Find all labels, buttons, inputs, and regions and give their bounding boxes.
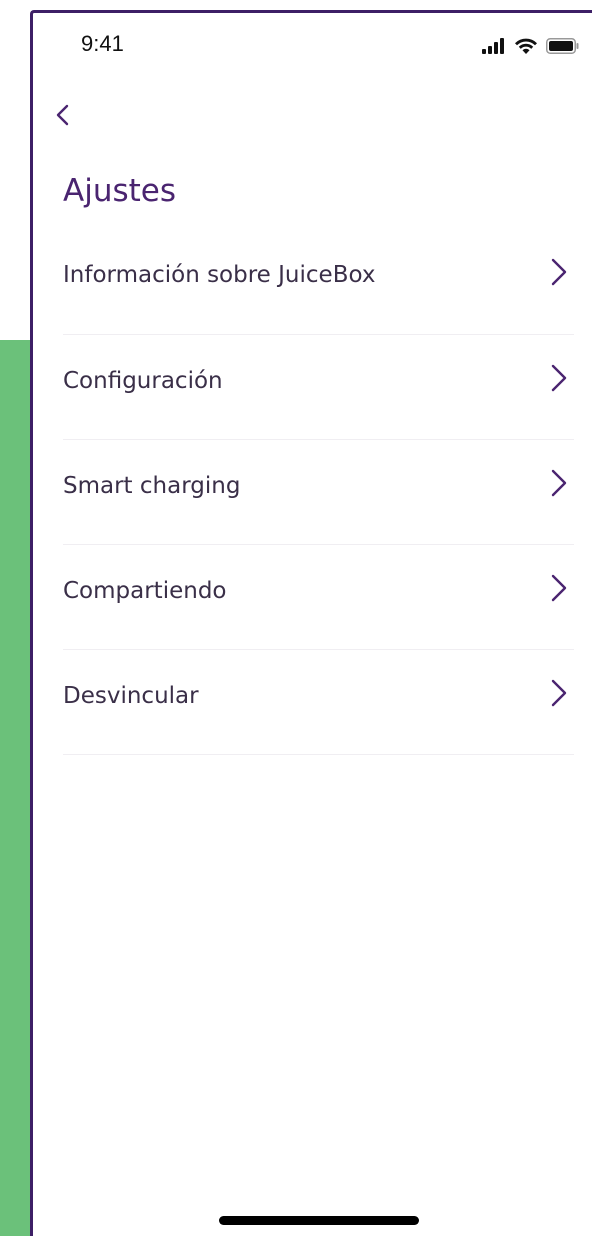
status-bar: 9:41 [33, 13, 592, 73]
chevron-right-icon [550, 468, 568, 498]
home-indicator[interactable] [219, 1216, 419, 1225]
status-icons [482, 37, 580, 55]
page-title: Ajustes [63, 173, 176, 209]
menu-item-label: Información sobre JuiceBox [63, 261, 376, 288]
menu-item-smart-charging[interactable]: Smart charging [63, 440, 574, 545]
chevron-right-icon [550, 678, 568, 708]
battery-icon [546, 38, 580, 54]
chevron-left-icon [55, 104, 71, 130]
menu-item-label: Configuración [63, 368, 223, 394]
menu-item-sharing[interactable]: Compartiendo [63, 545, 574, 650]
chevron-right-icon [550, 257, 568, 287]
menu-item-unlink[interactable]: Desvincular [63, 650, 574, 755]
phone-screen: 9:41 Ajustes Información sobre JuiceBox … [30, 10, 592, 1236]
settings-menu: Información sobre JuiceBox Configuración… [63, 227, 574, 755]
back-button[interactable] [55, 97, 95, 137]
menu-item-label: Desvincular [63, 683, 199, 709]
chevron-right-icon [550, 363, 568, 393]
cellular-signal-icon [482, 38, 506, 54]
background-accent-strip [0, 340, 34, 1236]
chevron-right-icon [550, 573, 568, 603]
wifi-icon [514, 37, 538, 55]
menu-item-juicebox-info[interactable]: Información sobre JuiceBox [63, 227, 574, 335]
menu-item-configuration[interactable]: Configuración [63, 335, 574, 440]
status-time: 9:41 [81, 31, 124, 56]
menu-item-label: Smart charging [63, 473, 241, 499]
menu-item-label: Compartiendo [63, 578, 227, 604]
